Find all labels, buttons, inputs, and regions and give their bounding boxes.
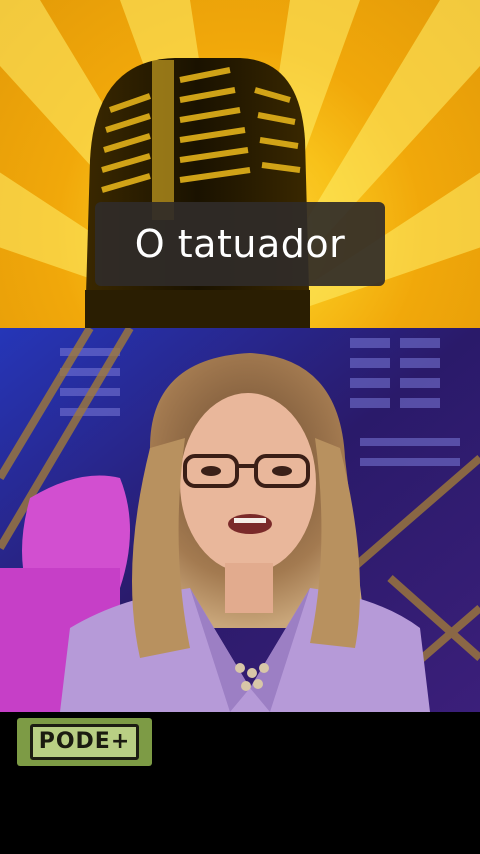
logo-text: PODE+ [29, 724, 140, 760]
pode-plus-logo: PODE+ [17, 718, 152, 766]
microphone-graphic-panel: O tatuador [0, 0, 480, 328]
video-frame [0, 328, 480, 712]
caption-text: O tatuador [134, 222, 346, 266]
caption-box: O tatuador [95, 202, 385, 286]
studio-scene [0, 328, 480, 712]
